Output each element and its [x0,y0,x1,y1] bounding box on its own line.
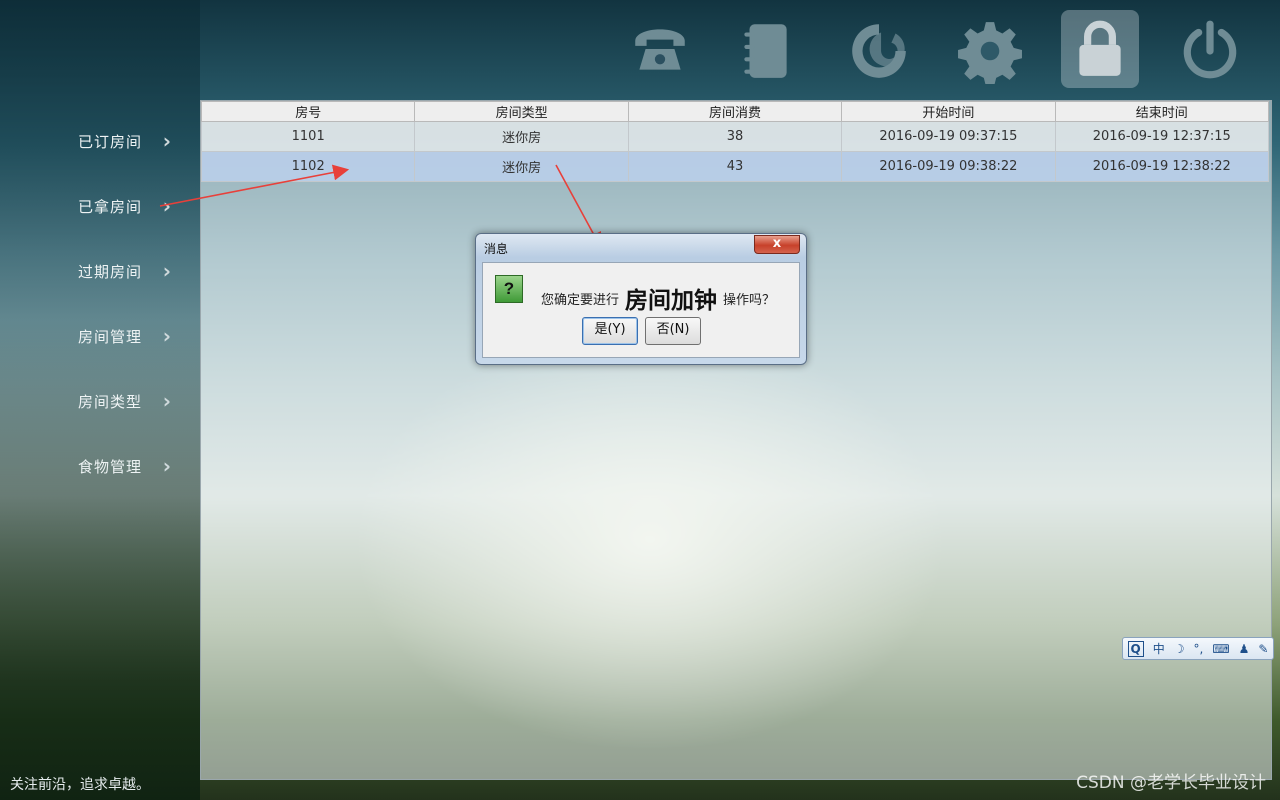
column-header-end-time[interactable]: 结束时间 [1054,101,1270,122]
dialog-title: 消息 [484,242,509,256]
cell-room-type[interactable]: 迷你房 [414,121,629,152]
power-icon[interactable] [1173,14,1247,88]
user-icon[interactable]: ♟ [1239,642,1250,656]
sidebar-item-room-types[interactable]: 房间类型 › [78,389,178,413]
sidebar-item-label: 房间管理 [78,327,143,346]
half-width-icon[interactable]: ☽ [1174,642,1185,656]
sidebar-item-label: 已拿房间 [78,197,143,216]
footer-slogan: 关注前沿，追求卓越。 [10,777,150,793]
sidebar-item-label: 过期房间 [78,262,143,281]
message-emphasis: 房间加钟 [625,288,718,314]
column-header-room-type[interactable]: 房间类型 [414,101,629,122]
table-row-selected[interactable]: 1102 迷你房 43 2016-09-19 09:38:22 2016-09-… [200,151,1270,182]
dialog-message: 您确定要进行 房间加钟 操作吗？ [541,281,775,315]
refresh-icon[interactable] [842,14,916,88]
question-icon: ? [495,275,523,303]
room-table: 房号 房间类型 房间消费 开始时间 结束时间 1101 迷你房 38 2016-… [200,101,1270,182]
sidebar-item-expired-rooms[interactable]: 过期房间 › [78,259,178,283]
chevron-right-icon: › [162,324,172,348]
ime-toolbar[interactable]: Q 中 ☽ °, ⌨ ♟ ✎ [1122,637,1274,660]
sidebar-item-food-management[interactable]: 食物管理 › [78,454,178,478]
sidebar-item-room-management[interactable]: 房间管理 › [78,324,178,348]
sidebar-item-checked-in-rooms[interactable]: 已拿房间 › [78,194,178,218]
dialog-close-button[interactable]: x [754,235,800,254]
column-header-room-number[interactable]: 房号 [200,101,416,122]
table-header-row: 房号 房间类型 房间消费 开始时间 结束时间 [200,101,1270,122]
no-button[interactable]: 否(N) [645,317,701,345]
room-table-panel: 房号 房间类型 房间消费 开始时间 结束时间 1101 迷你房 38 2016-… [200,100,1272,780]
chevron-right-icon: › [162,454,172,478]
cell-room-charge[interactable]: 38 [627,121,843,152]
message-suffix: 操作吗？ [723,292,776,308]
ime-logo-icon[interactable]: Q [1127,640,1144,657]
wrench-icon[interactable]: ✎ [1258,642,1268,656]
column-header-start-time[interactable]: 开始时间 [841,101,1056,122]
ime-mode-label[interactable]: 中 [1153,640,1165,657]
yes-button[interactable]: 是(Y) [582,317,638,345]
cell-start-time[interactable]: 2016-09-19 09:38:22 [841,151,1056,182]
keyboard-icon[interactable]: ⌨ [1212,642,1229,656]
phone-icon[interactable] [623,14,697,88]
cell-start-time[interactable]: 2016-09-19 09:37:15 [841,121,1056,152]
sidebar-item-label: 已订房间 [78,132,143,151]
chevron-right-icon: › [162,194,172,218]
address-book-icon[interactable] [729,14,803,88]
sidebar-item-label: 食物管理 [78,457,143,476]
chevron-right-icon: › [162,129,172,153]
chevron-right-icon: › [162,259,172,283]
cell-end-time[interactable]: 2016-09-19 12:38:22 [1054,151,1270,182]
dialog-body: ? 您确定要进行 房间加钟 操作吗？ 是(Y) 否(N) [482,262,800,358]
lock-icon[interactable] [1061,10,1139,88]
cell-room-number[interactable]: 1101 [200,121,416,152]
watermark: CSDN @老学长毕业设计 [1076,773,1266,793]
chevron-right-icon: › [162,389,172,413]
gear-icon[interactable] [953,14,1027,88]
cell-room-charge[interactable]: 43 [627,151,843,182]
sidebar-item-label: 房间类型 [78,392,143,411]
column-header-room-charge[interactable]: 房间消费 [627,101,843,122]
sidebar-item-booked-rooms[interactable]: 已订房间 › [78,129,178,153]
table-row[interactable]: 1101 迷你房 38 2016-09-19 09:37:15 2016-09-… [200,121,1270,152]
confirm-dialog: 消息 x ? 您确定要进行 房间加钟 操作吗？ 是(Y) 否(N) [475,233,807,365]
cell-room-number[interactable]: 1102 [200,151,416,182]
punctuation-icon[interactable]: °, [1193,642,1203,656]
cell-end-time[interactable]: 2016-09-19 12:37:15 [1054,121,1270,152]
message-prefix: 您确定要进行 [541,292,620,308]
cell-room-type[interactable]: 迷你房 [414,151,629,182]
